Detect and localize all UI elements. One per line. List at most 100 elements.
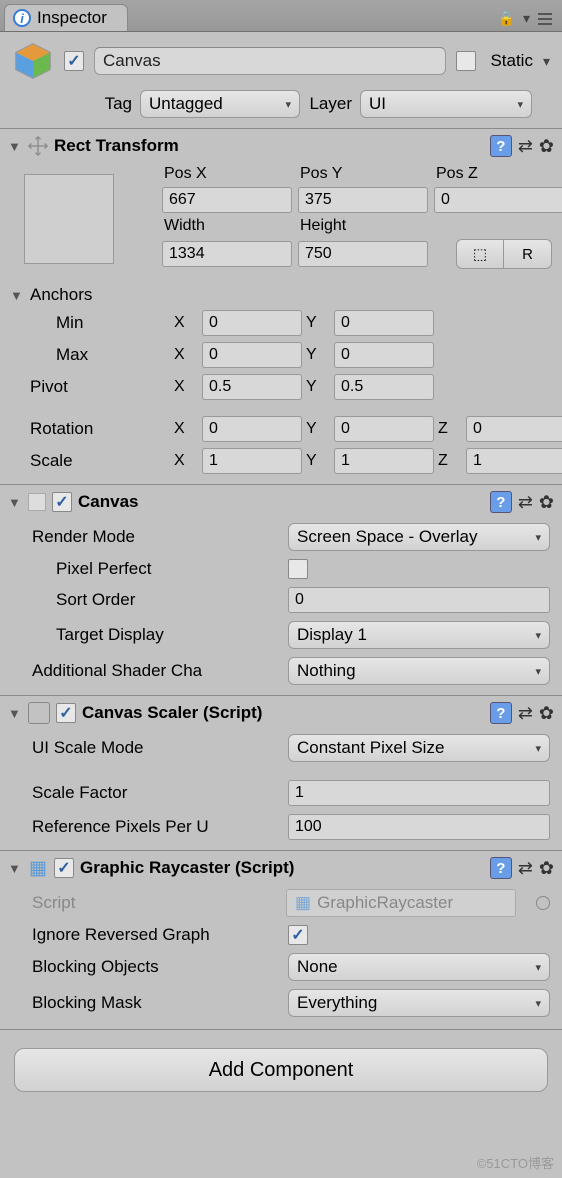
- watermark: ©51CTO博客: [477, 1153, 554, 1172]
- blocking-mask-label: Blocking Mask: [32, 993, 280, 1013]
- help-icon[interactable]: ?: [490, 135, 512, 157]
- preset-icon[interactable]: ⇄: [518, 492, 533, 513]
- foldout-icon[interactable]: ▼: [8, 139, 22, 154]
- blocking-mask-dropdown[interactable]: Everything▾: [288, 989, 550, 1017]
- script-field: ▦ GraphicRaycaster: [286, 889, 516, 917]
- tab-bar: i Inspector 🔒 ▾: [0, 0, 562, 32]
- ignore-reversed-label: Ignore Reversed Graph: [32, 925, 280, 945]
- help-icon[interactable]: ?: [490, 491, 512, 513]
- scale-y-input[interactable]: [334, 448, 434, 474]
- anchor-max-x-input[interactable]: [202, 342, 302, 368]
- pivot-x-input[interactable]: [202, 374, 302, 400]
- help-icon[interactable]: ?: [490, 702, 512, 724]
- height-input[interactable]: [298, 241, 428, 267]
- gameobject-icon[interactable]: [12, 40, 54, 82]
- height-label: Height: [298, 217, 428, 235]
- target-display-label: Target Display: [56, 625, 280, 645]
- rotation-x-input[interactable]: [202, 416, 302, 442]
- preset-icon[interactable]: ⇄: [518, 136, 533, 157]
- layer-label: Layer: [308, 94, 352, 114]
- gear-icon[interactable]: ✿: [539, 703, 554, 724]
- static-label: Static: [490, 51, 533, 71]
- tag-label: Tag: [88, 94, 132, 114]
- anchor-max-y-input[interactable]: [334, 342, 434, 368]
- foldout-icon[interactable]: ▼: [8, 861, 22, 876]
- rotation-z-input[interactable]: [466, 416, 562, 442]
- graphic-raycaster-icon: ▦: [28, 858, 48, 878]
- foldout-icon[interactable]: ▼: [8, 495, 22, 510]
- pos-y-input[interactable]: [298, 187, 428, 213]
- ref-pixels-input[interactable]: [288, 814, 550, 840]
- scale-x-input[interactable]: [202, 448, 302, 474]
- panel-menu-icon[interactable]: [538, 13, 552, 25]
- object-header: Static ▾: [0, 32, 562, 86]
- foldout-icon[interactable]: ▼: [10, 288, 24, 303]
- shader-channels-dropdown[interactable]: Nothing▾: [288, 657, 550, 685]
- ui-scale-mode-dropdown[interactable]: Constant Pixel Size▾: [288, 734, 550, 762]
- tab-menu-icon[interactable]: ▾: [523, 10, 530, 27]
- pos-x-label: Pos X: [162, 165, 292, 183]
- chevron-down-icon: ▾: [535, 531, 541, 544]
- scale-factor-label: Scale Factor: [32, 783, 280, 803]
- preset-icon[interactable]: ⇄: [518, 703, 533, 724]
- blocking-objects-label: Blocking Objects: [32, 957, 280, 977]
- ignore-reversed-checkbox[interactable]: [288, 925, 308, 945]
- width-label: Width: [162, 217, 292, 235]
- chevron-down-icon: ▾: [535, 629, 541, 642]
- inspector-tab[interactable]: i Inspector: [4, 4, 128, 31]
- blueprint-mode-button[interactable]: ⬚: [456, 239, 504, 269]
- blocking-objects-dropdown[interactable]: None▾: [288, 953, 550, 981]
- static-checkbox[interactable]: [456, 51, 476, 71]
- static-dropdown-icon[interactable]: ▾: [543, 53, 550, 70]
- component-enabled-checkbox[interactable]: [52, 492, 72, 512]
- section-title: Canvas: [78, 492, 138, 512]
- gear-icon[interactable]: ✿: [539, 492, 554, 513]
- script-label: Script: [32, 893, 280, 913]
- sort-order-label: Sort Order: [56, 590, 280, 610]
- layer-dropdown[interactable]: UI▾: [360, 90, 532, 118]
- anchor-max-row: Max X Y: [0, 339, 562, 371]
- active-checkbox[interactable]: [64, 51, 84, 71]
- add-component-button[interactable]: Add Component: [14, 1048, 548, 1092]
- pos-z-input[interactable]: [434, 187, 562, 213]
- chevron-down-icon: ▾: [535, 665, 541, 678]
- render-mode-dropdown[interactable]: Screen Space - Overlay▾: [288, 523, 550, 551]
- info-icon: i: [13, 9, 31, 27]
- pixel-perfect-checkbox[interactable]: [288, 559, 308, 579]
- shader-channels-label: Additional Shader Cha: [32, 661, 280, 681]
- scale-factor-input[interactable]: [288, 780, 550, 806]
- preset-icon[interactable]: ⇄: [518, 858, 533, 879]
- chevron-down-icon: ▾: [535, 997, 541, 1010]
- gear-icon[interactable]: ✿: [539, 136, 554, 157]
- rotation-row: Rotation X Y Z: [0, 413, 562, 445]
- target-display-dropdown[interactable]: Display 1▾: [288, 621, 550, 649]
- chevron-down-icon: ▾: [517, 98, 523, 111]
- canvas-section: ▼ Canvas ? ⇄ ✿ Render Mode Screen Space …: [0, 484, 562, 695]
- anchor-preset-button[interactable]: [24, 174, 114, 264]
- rotation-y-input[interactable]: [334, 416, 434, 442]
- object-name-input[interactable]: [94, 47, 446, 75]
- component-enabled-checkbox[interactable]: [54, 858, 74, 878]
- scale-z-input[interactable]: [466, 448, 562, 474]
- anchor-min-x-input[interactable]: [202, 310, 302, 336]
- section-title: Canvas Scaler (Script): [82, 703, 262, 723]
- sort-order-input[interactable]: [288, 587, 550, 613]
- pixel-perfect-label: Pixel Perfect: [56, 559, 280, 579]
- object-picker-icon[interactable]: [536, 896, 550, 910]
- raw-edit-button[interactable]: R: [504, 239, 552, 269]
- gear-icon[interactable]: ✿: [539, 858, 554, 879]
- anchor-min-y-input[interactable]: [334, 310, 434, 336]
- canvas-scaler-section: ▼ Canvas Scaler (Script) ? ⇄ ✿ UI Scale …: [0, 695, 562, 850]
- pos-y-label: Pos Y: [298, 165, 428, 183]
- pos-z-label: Pos Z: [434, 165, 562, 183]
- tag-dropdown[interactable]: Untagged▾: [140, 90, 300, 118]
- pos-x-input[interactable]: [162, 187, 292, 213]
- lock-icon[interactable]: 🔒: [498, 10, 515, 27]
- tag-layer-row: Tag Untagged▾ Layer UI▾: [0, 86, 562, 128]
- component-enabled-checkbox[interactable]: [56, 703, 76, 723]
- width-input[interactable]: [162, 241, 292, 267]
- pivot-row: Pivot X Y: [0, 371, 562, 403]
- foldout-icon[interactable]: ▼: [8, 706, 22, 721]
- pivot-y-input[interactable]: [334, 374, 434, 400]
- help-icon[interactable]: ?: [490, 857, 512, 879]
